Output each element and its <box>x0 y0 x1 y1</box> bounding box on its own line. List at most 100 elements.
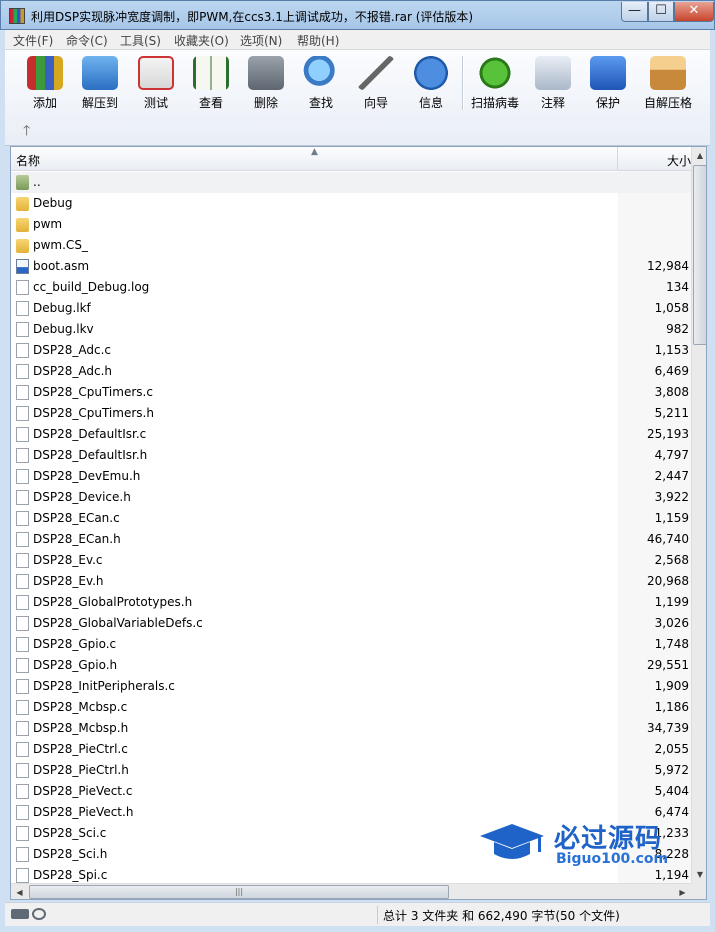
file-icon <box>16 616 29 631</box>
menu-help[interactable]: 帮助(H) <box>297 32 339 49</box>
file-row[interactable]: DSP28_DefaultIsr.c 25,193 <box>11 424 691 445</box>
file-size: 1,058 <box>654 301 689 315</box>
folder-icon <box>16 218 29 232</box>
file-icon <box>16 511 29 526</box>
comment-button[interactable]: 注释 <box>523 54 583 112</box>
file-row[interactable]: DSP28_DefaultIsr.h 4,797 <box>11 445 691 466</box>
status-divider <box>377 906 378 924</box>
menu-options[interactable]: 选项(N) <box>240 32 282 49</box>
column-size-header[interactable]: 大小 <box>667 152 691 169</box>
minimize-button[interactable]: — <box>621 2 648 22</box>
file-row[interactable]: DSP28_GlobalPrototypes.h 1,199 <box>11 592 691 613</box>
extract-to-button[interactable]: 解压到 <box>70 54 130 112</box>
file-row[interactable]: DSP28_Adc.h 6,469 <box>11 361 691 382</box>
file-size: 1,748 <box>654 637 689 651</box>
file-row[interactable]: DSP28_InitPeripherals.c 1,909 <box>11 676 691 697</box>
up-one-level-icon[interactable]: 🡑 <box>23 120 30 144</box>
close-button[interactable]: ✕ <box>674 2 714 22</box>
file-row[interactable]: DSP28_Adc.c 1,153 <box>11 340 691 361</box>
file-row[interactable]: Debug.lkf 1,058 <box>11 298 691 319</box>
view-button[interactable]: 查看 <box>181 54 241 112</box>
folder-row[interactable]: Debug <box>11 193 691 214</box>
menu-bar: 文件(F) 命令(C) 工具(S) 收藏夹(O) 选项(N) 帮助(H) <box>5 30 710 50</box>
extract-icon <box>82 56 118 90</box>
file-row[interactable]: cc_build_Debug.log 134 <box>11 277 691 298</box>
file-icon <box>16 637 29 652</box>
parent-folder-icon <box>16 175 29 190</box>
protect-button[interactable]: 保护 <box>578 54 638 112</box>
file-row[interactable]: DSP28_Mcbsp.c 1,186 <box>11 697 691 718</box>
view-book-icon <box>193 56 229 90</box>
menu-file[interactable]: 文件(F) <box>13 32 53 49</box>
file-row[interactable]: DSP28_PieCtrl.c 2,055 <box>11 739 691 760</box>
key-icon[interactable] <box>32 908 46 920</box>
file-icon <box>16 385 29 400</box>
file-row[interactable]: DSP28_Device.h 3,922 <box>11 487 691 508</box>
scroll-down-icon[interactable]: ▼ <box>692 866 706 883</box>
file-icon <box>16 574 29 589</box>
file-name: DSP28_Ev.c <box>33 553 103 567</box>
file-size: 3,808 <box>654 385 689 399</box>
add-button[interactable]: 添加 <box>15 54 75 112</box>
file-row[interactable]: DSP28_Sci.c 1,233 <box>11 823 691 844</box>
file-size: 982 <box>666 322 689 336</box>
file-row[interactable]: DSP28_Gpio.c 1,748 <box>11 634 691 655</box>
file-row[interactable]: DSP28_PieVect.c 5,404 <box>11 781 691 802</box>
horizontal-scrollbar[interactable]: ◀ ||| ▶ <box>11 883 691 899</box>
file-row[interactable]: DSP28_PieVect.h 6,474 <box>11 802 691 823</box>
test-label: 测试 <box>143 96 168 110</box>
file-name: boot.asm <box>33 259 90 273</box>
file-row[interactable]: DSP28_Ev.c 2,568 <box>11 550 691 571</box>
horizontal-scroll-thumb[interactable]: ||| <box>29 885 449 899</box>
file-name: cc_build_Debug.log <box>33 280 150 294</box>
file-row[interactable]: DSP28_DevEmu.h 2,447 <box>11 466 691 487</box>
file-row[interactable]: DSP28_GlobalVariableDefs.c 3,026 <box>11 613 691 634</box>
maximize-button[interactable]: ☐ <box>648 2 674 22</box>
info-button[interactable]: 信息 <box>401 54 461 112</box>
file-rows: .. Debug pwm pwm.CS_ boot.asm 12,984 cc_build_… <box>11 171 691 883</box>
sfx-button[interactable]: 自解压格 <box>638 54 698 112</box>
folder-row[interactable]: pwm.CS_ <box>11 235 691 256</box>
virus-scan-button[interactable]: 扫描病毒 <box>465 54 525 112</box>
file-size: 6,469 <box>654 364 689 378</box>
folder-row[interactable]: pwm <box>11 214 691 235</box>
asm-file-icon <box>16 259 29 274</box>
file-row[interactable]: DSP28_Sci.h 8,228 <box>11 844 691 865</box>
scroll-up-icon[interactable]: ▲ <box>692 147 706 164</box>
file-row[interactable]: DSP28_Ev.h 20,968 <box>11 571 691 592</box>
file-icon <box>16 763 29 778</box>
file-row[interactable]: DSP28_CpuTimers.c 3,808 <box>11 382 691 403</box>
file-row[interactable]: DSP28_CpuTimers.h 5,211 <box>11 403 691 424</box>
file-row[interactable]: DSP28_Spi.c 1,194 <box>11 865 691 883</box>
file-row[interactable]: Debug.lkv 982 <box>11 319 691 340</box>
column-divider[interactable] <box>617 147 618 171</box>
delete-button[interactable]: 删除 <box>236 54 296 112</box>
menu-commands[interactable]: 命令(C) <box>66 32 108 49</box>
file-row[interactable]: DSP28_PieCtrl.h 5,972 <box>11 760 691 781</box>
file-row[interactable]: DSP28_ECan.h 46,740 <box>11 529 691 550</box>
menu-favorites[interactable]: 收藏夹(O) <box>174 32 229 49</box>
vertical-scroll-thumb[interactable] <box>693 165 706 345</box>
file-row[interactable]: boot.asm 12,984 <box>11 256 691 277</box>
file-name: DSP28_Sci.c <box>33 826 107 840</box>
file-size: 6,474 <box>654 805 689 819</box>
column-name-header[interactable]: 名称 <box>16 152 40 169</box>
wizard-button[interactable]: 向导 <box>346 54 406 112</box>
drive-icon[interactable] <box>11 909 29 919</box>
file-row[interactable]: DSP28_ECan.c 1,159 <box>11 508 691 529</box>
test-button[interactable]: 测试 <box>126 54 186 112</box>
file-row[interactable]: DSP28_Gpio.h 29,551 <box>11 655 691 676</box>
file-size: 4,797 <box>654 448 689 462</box>
find-button[interactable]: 查找 <box>291 54 351 112</box>
file-name: pwm <box>33 217 63 231</box>
scroll-right-icon[interactable]: ▶ <box>674 884 691 899</box>
menu-tools[interactable]: 工具(S) <box>120 32 161 49</box>
file-row[interactable]: .. <box>11 172 691 193</box>
vertical-scrollbar[interactable]: ▲ ▼ <box>691 147 706 883</box>
scroll-left-icon[interactable]: ◀ <box>11 884 28 899</box>
file-row[interactable]: DSP28_Mcbsp.h 34,739 <box>11 718 691 739</box>
file-size: 1,909 <box>654 679 689 693</box>
magnifier-icon <box>303 56 339 90</box>
file-icon <box>16 700 29 715</box>
virus-scan-label: 扫描病毒 <box>470 96 519 110</box>
